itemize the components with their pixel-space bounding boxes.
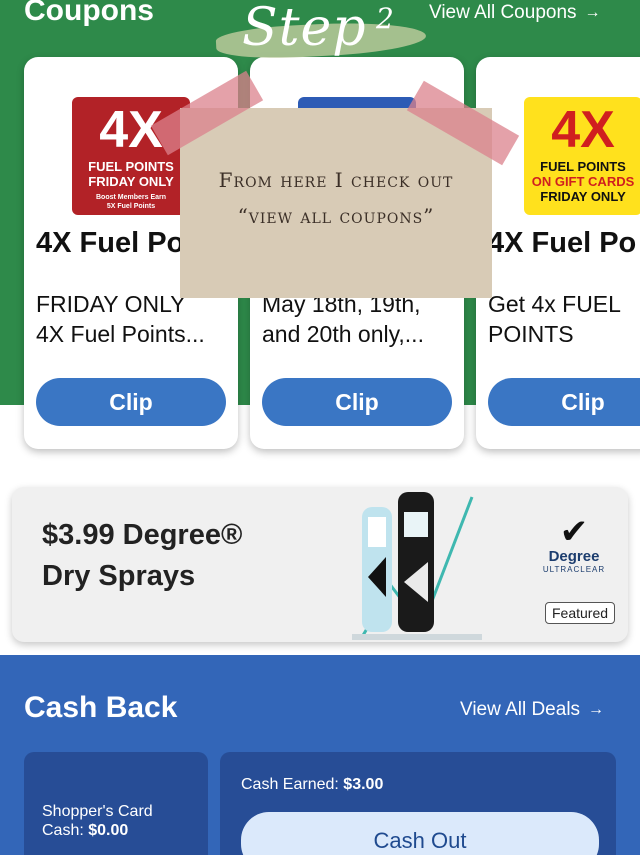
promo-title-line: Dry Sprays xyxy=(42,560,196,592)
clip-button[interactable]: Clip xyxy=(36,378,226,426)
note-text: From here I check out “view all coupons” xyxy=(194,162,478,234)
badge-line: FUEL POINTS xyxy=(540,159,626,174)
badge-fine-print: 5X Fuel Points xyxy=(106,203,156,210)
note-line: “view all coupons” xyxy=(237,204,435,228)
promo-title: $3.99 Degree® Dry Sprays xyxy=(42,515,302,597)
coupon-description: FRIDAY ONLY 4X Fuel Points... xyxy=(36,289,226,349)
badge-multiplier: 4X xyxy=(551,101,615,159)
coupon-desc-line: Get 4x FUEL xyxy=(488,291,621,317)
arrow-right-icon: → xyxy=(588,701,605,718)
cash-earned-value: $3.00 xyxy=(343,776,384,793)
paper-note: From here I check out “view all coupons” xyxy=(180,108,492,298)
coupon-description: Get 4x FUEL POINTS xyxy=(488,289,640,349)
brand-subline: ULTRACLEAR xyxy=(542,565,606,574)
cash-value: $0.00 xyxy=(88,822,129,839)
step-number: 2 xyxy=(376,2,394,35)
cash-row: Cash: $0.00 xyxy=(42,821,153,840)
coupon-desc-line: 4X Fuel Points... xyxy=(36,321,205,347)
product-image xyxy=(352,492,482,640)
note-line: From here I check out xyxy=(218,168,454,192)
badge-line: FRIDAY ONLY xyxy=(88,174,174,189)
coupon-badge-3: 4X FUEL POINTS ON GIFT CARDS FRIDAY ONLY xyxy=(524,97,640,215)
view-all-deals-link[interactable]: View All Deals → xyxy=(460,699,604,721)
cash-back-section: Cash Back View All Deals → Shopper's Car… xyxy=(0,655,640,855)
coupon-description: May 18th, 19th, and 20th only,... xyxy=(262,289,452,349)
featured-badge: Featured xyxy=(545,602,616,624)
step-annotation: Step 2 xyxy=(215,0,427,66)
featured-promo-banner[interactable]: $3.99 Degree® Dry Sprays ✔ Degree ULTRAC… xyxy=(12,487,628,642)
cash-label: Cash: xyxy=(42,822,84,839)
badge-line: FRIDAY ONLY xyxy=(540,189,626,204)
shoppers-card-cash: Shopper's Card Cash: $0.00 xyxy=(42,802,153,840)
cash-back-heading: Cash Back xyxy=(24,691,178,724)
badge-line: FUEL POINTS xyxy=(88,159,174,174)
cash-earned-card: Cash Earned: $3.00 Cash Out xyxy=(220,752,616,855)
shoppers-card-cash-card: Shopper's Card Cash: $0.00 xyxy=(24,752,208,855)
coupons-heading: Coupons xyxy=(24,0,154,27)
coupon-desc-line: and 20th only,... xyxy=(262,321,424,347)
step-text: Step xyxy=(242,0,367,58)
coupon-card-3[interactable]: 4X FUEL POINTS ON GIFT CARDS FRIDAY ONLY… xyxy=(476,57,640,449)
brand-name: Degree xyxy=(548,548,600,565)
shoppers-card-label: Shopper's Card xyxy=(42,803,153,820)
view-all-coupons-label: View All Coupons xyxy=(429,2,577,23)
coupon-title: 4X Fuel Po xyxy=(36,227,185,259)
clip-button[interactable]: Clip xyxy=(262,378,452,426)
check-icon: ✔ xyxy=(559,513,589,551)
arrow-right-icon: → xyxy=(584,4,601,21)
coupon-desc-line: POINTS xyxy=(488,321,574,347)
badge-line: ON GIFT CARDS xyxy=(531,174,635,189)
cash-earned-label: Cash Earned: xyxy=(241,776,339,793)
view-all-coupons-link[interactable]: View All Coupons → xyxy=(429,2,601,24)
badge-fine-print: Boost Members Earn xyxy=(95,194,167,201)
coupon-title: 4X Fuel Po xyxy=(488,227,637,259)
degree-logo: ✔ Degree ULTRACLEAR xyxy=(539,515,609,574)
cash-out-button[interactable]: Cash Out xyxy=(241,812,599,855)
cash-earned: Cash Earned: $3.00 xyxy=(241,776,383,794)
view-all-deals-label: View All Deals xyxy=(460,699,581,720)
promo-title-line: $3.99 Degree® xyxy=(42,519,243,551)
clip-button[interactable]: Clip xyxy=(488,378,640,426)
